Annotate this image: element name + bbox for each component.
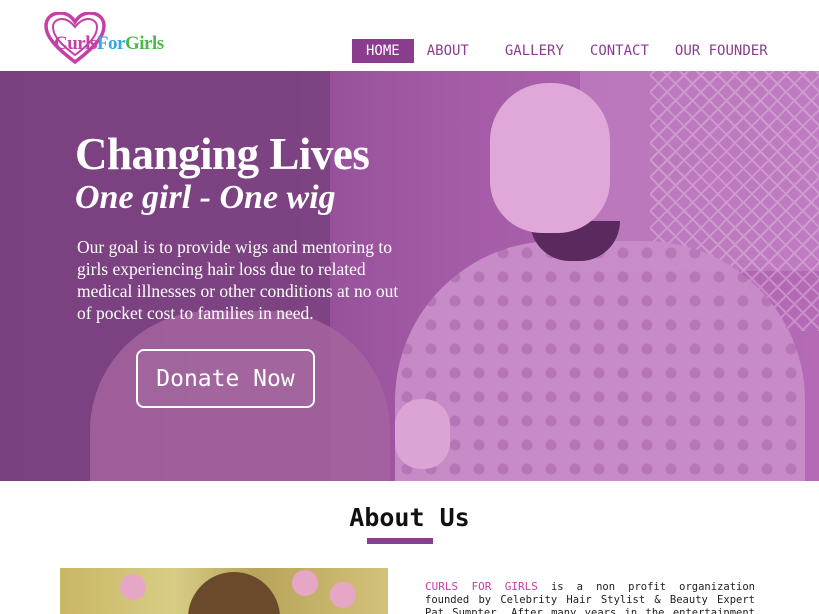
photo-flower [292,570,318,596]
logo-text-girls: Girls [124,33,164,54]
nav-home[interactable]: HOME [352,39,414,63]
hero-banner: Changing Lives One girl - One wig Our go… [0,71,819,481]
hero-photo-girl [490,83,610,233]
heading-underline [367,538,433,544]
about-description: CURLS FOR GIRLS is a non profit organiza… [425,580,755,614]
hero-description: Our goal is to provide wigs and mentorin… [77,237,399,323]
nav-gallery[interactable]: GALLERY [492,39,577,63]
nav-about[interactable]: ABOUT [414,39,482,63]
hero-photo-hand [395,399,450,469]
hero-photo-cape [395,241,805,481]
founder-photo [60,568,388,614]
brand-name: CURLS FOR GIRLS [425,580,538,593]
nav-contact[interactable]: CONTACT [577,39,662,63]
main-nav: HOME ABOUT GALLERY CONTACT OUR FOUNDER [352,39,781,63]
logo-text-for: For [96,33,126,54]
logo-text: CurlsForGirls [54,33,164,55]
logo[interactable]: CurlsForGirls [44,12,174,64]
photo-flower [120,574,146,600]
logo-text-curls: Curls [54,33,97,54]
hero-title: Changing Lives [75,129,370,179]
photo-founder-hair [188,572,280,614]
nav-our-founder[interactable]: OUR FOUNDER [662,39,781,63]
donate-now-button[interactable]: Donate Now [136,349,315,408]
about-us-heading: About Us [349,503,470,532]
photo-flower [330,582,356,608]
site-header: CurlsForGirls HOME ABOUT GALLERY CONTACT… [0,0,819,71]
hero-subtitle: One girl - One wig [75,179,336,216]
